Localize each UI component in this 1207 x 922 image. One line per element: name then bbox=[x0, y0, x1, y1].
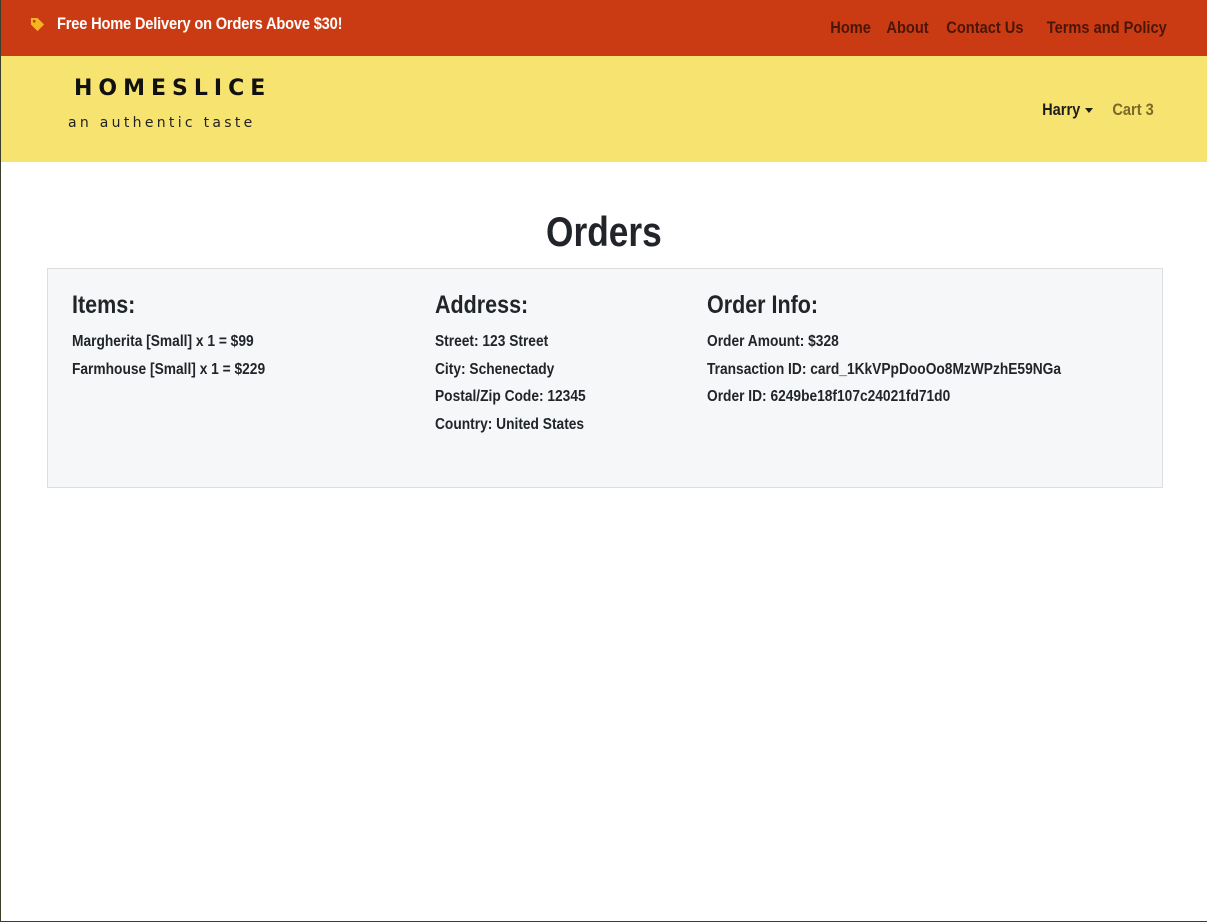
tag-icon bbox=[30, 17, 45, 31]
page-title: Orders bbox=[0, 208, 1207, 256]
caret-down-icon bbox=[1084, 107, 1093, 113]
top-nav: Home About Contact Us Terms and Policy bbox=[831, 18, 1173, 38]
order-amount: Order Amount: $328 bbox=[707, 333, 839, 350]
order-info-heading: Order Info: bbox=[707, 291, 819, 319]
address-city: City: Schenectady bbox=[435, 360, 555, 378]
order-item: Farmhouse [Small] x 1 = $229 bbox=[72, 360, 266, 378]
address-postal: Postal/Zip Code: 12345 bbox=[435, 388, 586, 405]
cart-link[interactable]: Cart 3 bbox=[1112, 100, 1153, 120]
nav-about-link[interactable]: About bbox=[886, 18, 928, 38]
transaction-id: Transaction ID: card_1KkVPpDooOo8MzWPzhE… bbox=[707, 360, 1062, 378]
logo-subtitle: an authentic taste bbox=[68, 115, 256, 131]
promo-bar: Free Home Delivery on Orders Above $30! … bbox=[0, 0, 1207, 56]
order-item: Margherita [Small] x 1 = $99 bbox=[72, 333, 254, 350]
logo-title: HOMESLICE bbox=[74, 76, 272, 101]
order-items-section: Items: Margherita [Small] x 1 = $99 Farm… bbox=[72, 291, 297, 383]
user-menu-dropdown[interactable]: Harry bbox=[1039, 100, 1093, 120]
order-id: Order ID: 6249be18f107c24021fd71d0 bbox=[707, 388, 951, 405]
items-heading: Items: bbox=[72, 291, 136, 319]
user-nav: Harry Cart 3 bbox=[1039, 100, 1157, 120]
site-header: HOMESLICE an authentic taste Harry Cart … bbox=[0, 56, 1207, 162]
order-info-section: Order Info: Order Amount: $328 Transacti… bbox=[707, 291, 1119, 411]
address-country: Country: United States bbox=[435, 415, 585, 433]
promo-text: Free Home Delivery on Orders Above $30! bbox=[57, 14, 343, 33]
nav-home-link[interactable]: Home bbox=[831, 18, 872, 38]
user-name: Harry bbox=[1042, 100, 1081, 119]
nav-terms-link[interactable]: Terms and Policy bbox=[1047, 18, 1167, 38]
address-section: Address: Street: 123 Street City: Schene… bbox=[435, 291, 610, 438]
order-card: Items: Margherita [Small] x 1 = $99 Farm… bbox=[47, 268, 1163, 488]
address-heading: Address: bbox=[435, 291, 529, 319]
page-title-text: Orders bbox=[545, 208, 662, 255]
promo-message: Free Home Delivery on Orders Above $30! bbox=[30, 14, 389, 34]
nav-contact-link[interactable]: Contact Us bbox=[946, 18, 1023, 38]
address-street: Street: 123 Street bbox=[435, 333, 549, 350]
site-logo[interactable]: HOMESLICE an authentic taste bbox=[68, 76, 268, 131]
